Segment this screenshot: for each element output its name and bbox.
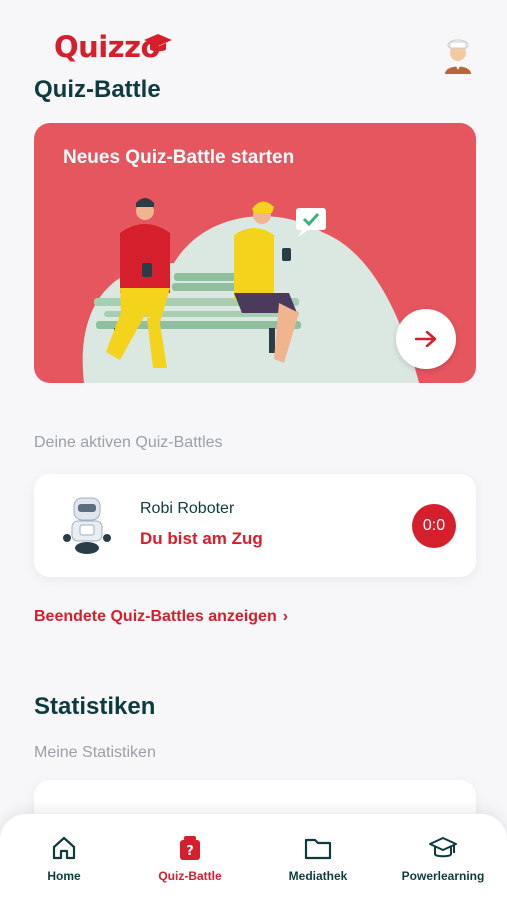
bottom-tab-bar: Home ? Quiz-Battle Mediathek Powerlearni… [0,814,507,900]
chevron-right-icon: › [282,608,289,625]
app-header: Quizzo [0,0,507,78]
turn-status: Du bist am Zug [140,529,263,548]
stats-subtitle: Meine Statistiken [34,744,156,761]
start-battle-button[interactable] [396,309,456,369]
finished-battles-link[interactable]: Beendete Quiz-Battles anzeigen › [34,608,288,626]
new-battle-card[interactable]: Neues Quiz-Battle starten [34,123,476,383]
graduation-cap-icon [429,837,457,858]
tab-quiz-battle[interactable]: ? Quiz-Battle [140,814,240,900]
user-avatar[interactable] [441,36,475,74]
home-icon [52,836,76,860]
logo-cap-icon [144,34,172,52]
tab-label: Powerlearning [401,869,485,883]
finished-battles-label: Beendete Quiz-Battles anzeigen [34,608,277,625]
stats-title: Statistiken [34,693,156,720]
tab-label: Mediathek [288,869,348,883]
hero-title: Neues Quiz-Battle starten [63,147,295,168]
page-title: Quiz-Battle [34,76,161,103]
tab-powerlearning[interactable]: Powerlearning [393,814,493,900]
quiz-battle-icon: ? [180,836,200,860]
tab-mediathek[interactable]: Mediathek [276,814,360,900]
active-battles-label: Deine aktiven Quiz-Battles [34,434,223,451]
svg-text:?: ? [186,844,194,859]
tab-label: Home [47,869,81,883]
opponent-name: Robi Roboter [140,500,235,517]
score-badge: 0:0 [412,504,456,548]
tab-label: Quiz-Battle [158,869,222,883]
tab-home[interactable]: Home [24,814,104,900]
arrow-right-icon [415,331,437,347]
active-battle-card[interactable]: Robi Roboter Du bist am Zug 0:0 [34,474,476,577]
folder-icon [304,838,332,860]
robot-avatar [63,497,111,554]
